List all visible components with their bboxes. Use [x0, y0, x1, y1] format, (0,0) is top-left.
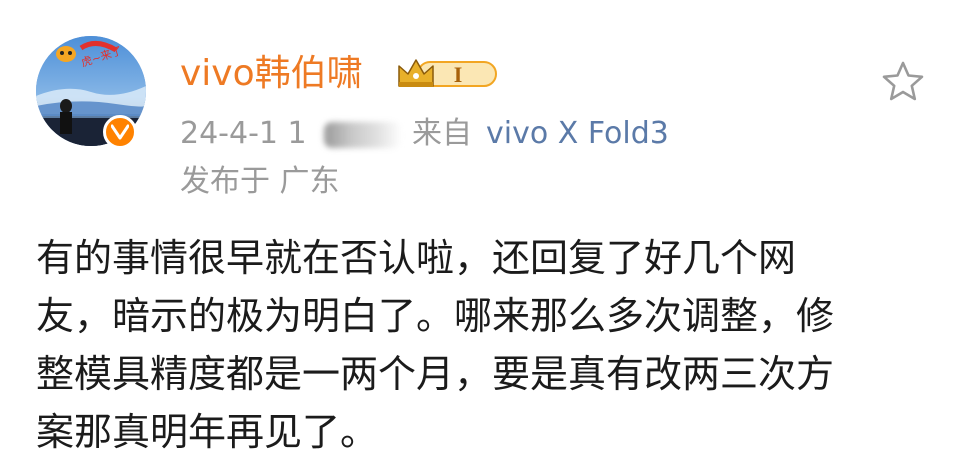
favorite-button[interactable]: [878, 56, 928, 106]
post-line: 案那真明年再见了。: [36, 410, 379, 454]
post-line: 友，暗示的极为明白了。哪来那么多次调整，修: [36, 294, 835, 338]
post-line: 整模具精度都是一两个月，要是真有改两三次方: [36, 352, 835, 396]
post-timestamp: 24-4-1 1: [180, 116, 307, 151]
timestamp-redaction: [324, 122, 402, 148]
weibo-post: 虎~来了 vivo韩伯啸 I 24-4-1 1 来自 vivo X Fold3 …: [0, 0, 954, 464]
post-content: 有的事情很早就在否认啦，还回复了好几个网 友，暗示的极为明白了。哪来那么多次调整…: [36, 229, 926, 461]
svg-text:I: I: [454, 62, 463, 87]
device-source-link[interactable]: vivo X Fold3: [486, 112, 669, 156]
post-location: 发布于 广东: [180, 164, 340, 199]
verified-v-icon: [103, 115, 137, 149]
star-outline-icon: [882, 61, 924, 101]
member-level-badge[interactable]: I: [396, 56, 500, 92]
source-prefix: 来自: [412, 116, 472, 151]
username-link[interactable]: vivo韩伯啸: [180, 49, 363, 99]
post-line: 有的事情很早就在否认啦，还回复了好几个网: [36, 236, 797, 280]
